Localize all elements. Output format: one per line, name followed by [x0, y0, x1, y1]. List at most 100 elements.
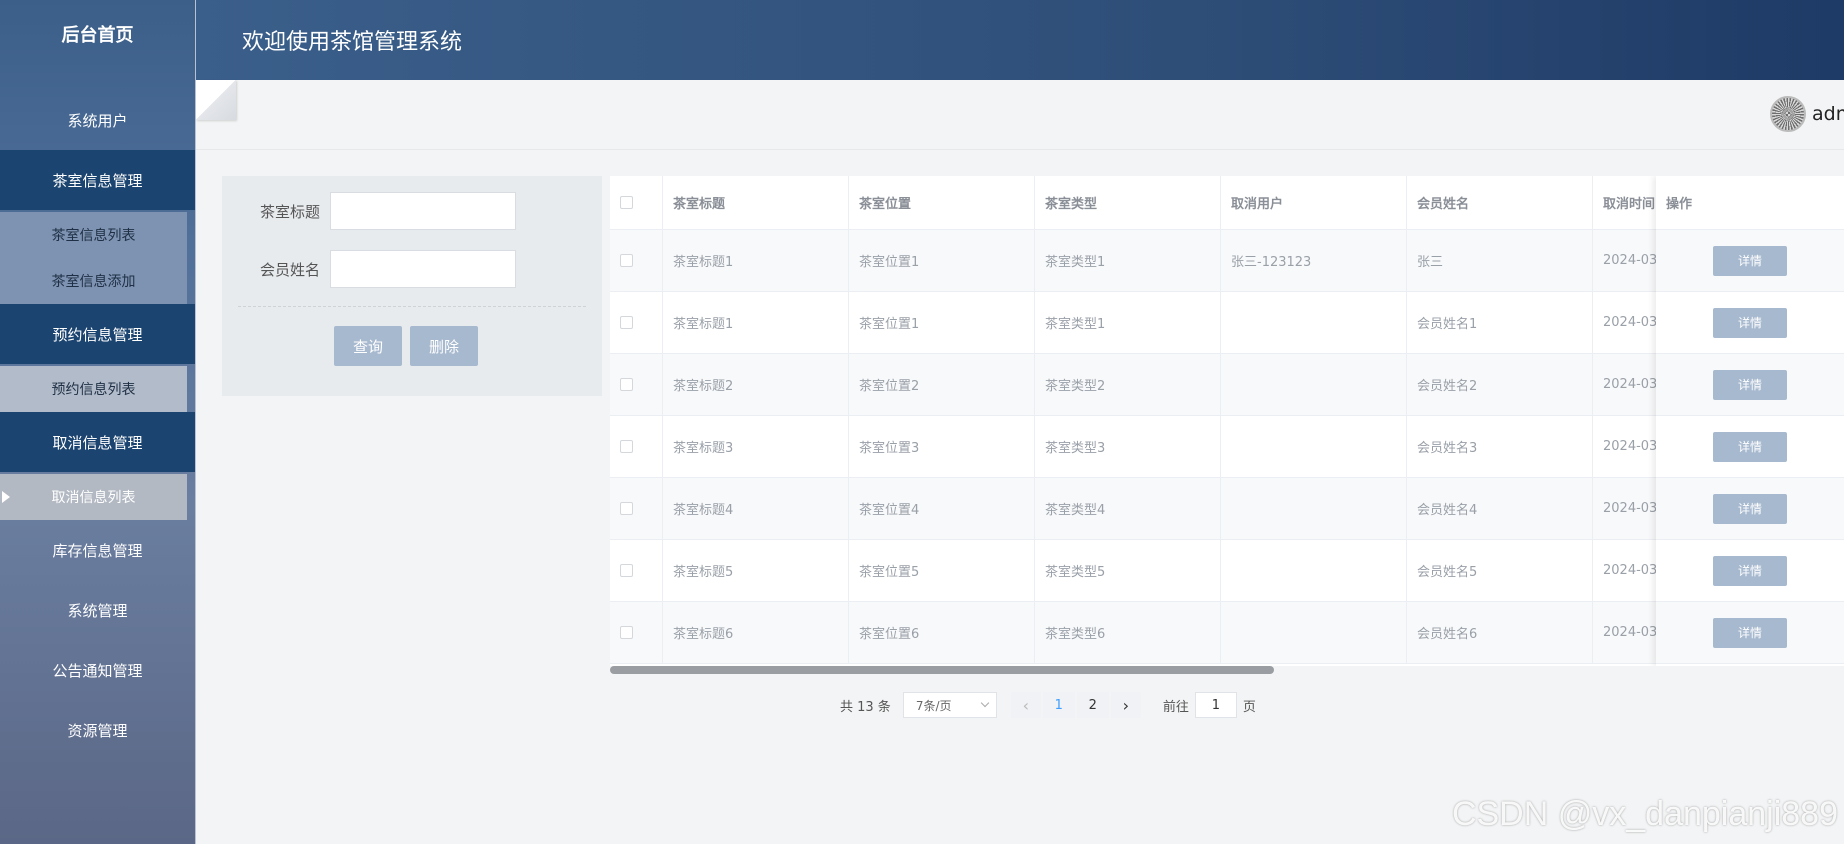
table-cell: 茶室标题4 [662, 478, 848, 539]
detail-button[interactable]: 详情 [1713, 617, 1787, 648]
table-cell [1220, 354, 1406, 415]
table-cell [1220, 478, 1406, 539]
row-select-cell [610, 540, 662, 601]
data-table: 茶室标题 茶室位置 茶室类型 取消用户 会员姓名 取消时间 茶室标题1 茶室位置1… [610, 176, 1844, 666]
table-cell: 茶室标题6 [662, 602, 848, 663]
detail-button[interactable]: 详情 [1713, 369, 1787, 400]
col-header[interactable]: 会员姓名 [1406, 176, 1592, 229]
goto-page-input[interactable]: 1 [1194, 692, 1237, 718]
operation-cell: 详情 [1656, 292, 1844, 354]
table-cell: 会员姓名3 [1406, 416, 1592, 477]
sidebar-subitem-cancel-list[interactable]: 取消信息列表 [0, 474, 187, 520]
row-checkbox[interactable] [620, 564, 633, 577]
title-input[interactable] [330, 192, 516, 230]
operation-cell: 详情 [1656, 602, 1844, 664]
table-cell: 茶室位置1 [848, 292, 1034, 353]
divider [238, 306, 586, 307]
row-select-cell [610, 602, 662, 663]
table-cell: 茶室位置5 [848, 540, 1034, 601]
operation-column: 操作 详情 详情 详情 详情 详情 详情 详情 [1656, 176, 1844, 666]
page-1-button[interactable]: 1 [1042, 692, 1075, 718]
col-header[interactable]: 茶室标题 [662, 176, 848, 229]
col-header[interactable]: 茶室类型 [1034, 176, 1220, 229]
table-cell: 茶室标题1 [662, 292, 848, 353]
search-panel: 茶室标题 会员姓名 查询 删除 [222, 176, 602, 396]
toolbar: admin [196, 80, 1844, 150]
table-cell: 茶室类型1 [1034, 230, 1220, 291]
sidebar-submenu-tearoom: 茶室信息列表 茶室信息添加 [0, 212, 187, 304]
page-size-select[interactable]: 7条/页 [902, 692, 997, 718]
table-cell: 张三 [1406, 230, 1592, 291]
row-checkbox[interactable] [620, 316, 633, 329]
pagination: 共 13 条 7条/页 ‹ 1 2 › 前往 1 页 [840, 692, 1256, 718]
operation-cell: 详情 [1656, 416, 1844, 478]
detail-button[interactable]: 详情 [1713, 245, 1787, 276]
detail-button[interactable]: 详情 [1713, 555, 1787, 586]
form-row-member: 会员姓名 [222, 250, 516, 288]
user-menu[interactable]: admin [1770, 96, 1844, 132]
query-button[interactable]: 查询 [334, 326, 402, 366]
table-cell: 茶室类型4 [1034, 478, 1220, 539]
sidebar-item-system-management[interactable]: 系统管理 [0, 580, 195, 640]
table-cell: 茶室类型1 [1034, 292, 1220, 353]
sidebar-submenu-cancel: 取消信息列表 [0, 474, 187, 520]
next-page-button[interactable]: › [1110, 692, 1141, 718]
sidebar-subitem-tearoom-list[interactable]: 茶室信息列表 [0, 212, 187, 258]
sidebar-item-notice-management[interactable]: 公告通知管理 [0, 640, 195, 700]
sidebar-item-inventory-management[interactable]: 库存信息管理 [0, 520, 195, 580]
col-header[interactable]: 取消用户 [1220, 176, 1406, 229]
row-select-cell [610, 230, 662, 291]
table-cell [1220, 416, 1406, 477]
table-cell [1220, 540, 1406, 601]
page-2-button[interactable]: 2 [1076, 692, 1109, 718]
sidebar-subitem-tearoom-add[interactable]: 茶室信息添加 [0, 258, 187, 304]
table-cell: 茶室标题1 [662, 230, 848, 291]
sidebar-subitem-booking-list[interactable]: 预约信息列表 [0, 366, 187, 412]
table-cell: 会员姓名2 [1406, 354, 1592, 415]
table-cell: 茶室标题3 [662, 416, 848, 477]
sidebar-item-booking-management[interactable]: 预约信息管理 [0, 304, 195, 364]
table-cell: 会员姓名4 [1406, 478, 1592, 539]
table-cell: 茶室标题5 [662, 540, 848, 601]
top-header: 欢迎使用茶馆管理系统 [196, 0, 1844, 80]
delete-button[interactable]: 删除 [410, 326, 478, 366]
row-select-cell [610, 354, 662, 415]
row-select-cell [610, 416, 662, 477]
table-cell: 茶室类型3 [1034, 416, 1220, 477]
row-checkbox[interactable] [620, 378, 633, 391]
sidebar-item-resource-management[interactable]: 资源管理 [0, 700, 195, 760]
user-name[interactable]: admin [1812, 103, 1844, 125]
col-header-operation: 操作 [1656, 176, 1844, 230]
select-all-checkbox[interactable] [620, 196, 633, 209]
detail-button[interactable]: 详情 [1713, 307, 1787, 338]
detail-button[interactable]: 详情 [1713, 493, 1787, 524]
row-select-cell [610, 292, 662, 353]
row-checkbox[interactable] [620, 502, 633, 515]
avatar[interactable] [1770, 96, 1806, 132]
row-checkbox[interactable] [620, 626, 633, 639]
table-cell: 会员姓名6 [1406, 602, 1592, 663]
current-arrow-icon [2, 491, 10, 503]
member-input[interactable] [330, 250, 516, 288]
table-cell: 茶室位置2 [848, 354, 1034, 415]
table-cell: 茶室类型2 [1034, 354, 1220, 415]
row-checkbox[interactable] [620, 440, 633, 453]
prev-page-button[interactable]: ‹ [1010, 692, 1041, 718]
table-cell: 茶室类型5 [1034, 540, 1220, 601]
row-checkbox[interactable] [620, 254, 633, 267]
chevron-down-icon [980, 698, 990, 708]
collapse-corner-icon[interactable] [196, 80, 236, 120]
page-size-value: 7条/页 [915, 698, 952, 713]
table-cell: 茶室标题2 [662, 354, 848, 415]
sidebar-item-tearoom-management[interactable]: 茶室信息管理 [0, 150, 195, 210]
sidebar-item-system-users[interactable]: 系统用户 [0, 90, 195, 150]
horizontal-scrollbar[interactable] [610, 666, 1274, 674]
table-cell: 茶室类型6 [1034, 602, 1220, 663]
operation-cell: 详情 [1656, 354, 1844, 416]
col-header[interactable]: 茶室位置 [848, 176, 1034, 229]
table-cell: 会员姓名1 [1406, 292, 1592, 353]
detail-button[interactable]: 详情 [1713, 431, 1787, 462]
sidebar-home[interactable]: 后台首页 [0, 0, 195, 68]
sidebar-item-cancel-management[interactable]: 取消信息管理 [0, 412, 195, 472]
page-title: 欢迎使用茶馆管理系统 [242, 30, 463, 55]
